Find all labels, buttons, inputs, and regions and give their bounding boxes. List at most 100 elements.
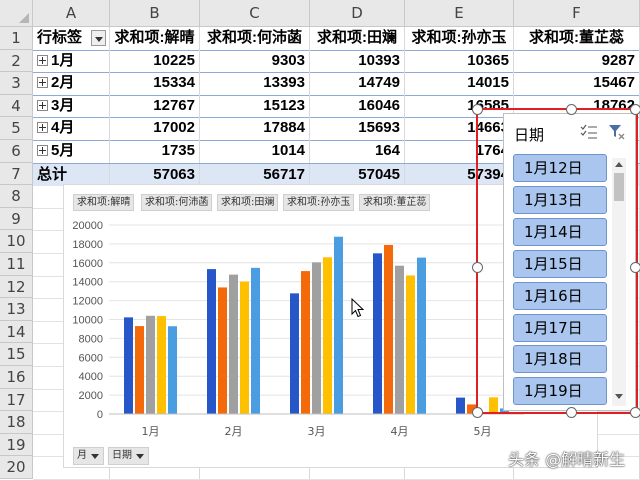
bar[interactable]: [146, 315, 155, 414]
bar[interactable]: [290, 293, 299, 414]
value-cell[interactable]: 15693: [310, 117, 405, 140]
date-slicer[interactable]: 日期 1月12日 1月13日 1月14日 1月15日 1月16日 1月17日 1月18日 1月…: [503, 113, 636, 411]
slicer-scrollbar[interactable]: [612, 158, 626, 406]
bar[interactable]: [395, 265, 404, 414]
row-header[interactable]: 17: [0, 388, 33, 412]
bar[interactable]: [334, 236, 343, 414]
value-cell[interactable]: 164: [310, 140, 405, 163]
value-cell[interactable]: 10365: [405, 49, 514, 73]
value-field-header[interactable]: 求和项:解晴: [110, 27, 200, 50]
bar[interactable]: [229, 274, 238, 414]
value-cell[interactable]: 57394: [405, 163, 514, 187]
expand-plus-icon[interactable]: [37, 54, 48, 66]
value-cell[interactable]: 14749: [310, 72, 405, 95]
value-cell[interactable]: 15467: [514, 72, 640, 95]
scroll-up-icon[interactable]: [615, 162, 623, 167]
total-label[interactable]: 总计: [33, 163, 110, 187]
month-row-label[interactable]: 4月: [33, 117, 110, 140]
month-row-label[interactable]: 1月: [33, 49, 110, 73]
row-header[interactable]: 16: [0, 366, 33, 389]
value-cell[interactable]: 14663: [405, 117, 514, 140]
clear-filter-icon[interactable]: [608, 124, 626, 140]
row-label-header[interactable]: 行标签: [33, 27, 110, 50]
value-cell[interactable]: 9287: [514, 49, 640, 73]
row-header[interactable]: 3: [0, 72, 33, 95]
column-header-b[interactable]: B: [110, 0, 200, 27]
row-header[interactable]: 14: [0, 320, 33, 344]
column-header-d[interactable]: D: [310, 0, 405, 27]
value-cell[interactable]: 17002: [110, 117, 200, 140]
row-header[interactable]: 8: [0, 185, 33, 208]
value-cell[interactable]: 56717: [200, 163, 310, 187]
row-header[interactable]: 6: [0, 140, 33, 163]
resize-handle[interactable]: [630, 262, 640, 273]
month-row-label[interactable]: 2月: [33, 72, 110, 95]
row-header[interactable]: 18: [0, 411, 33, 434]
value-cell[interactable]: 57063: [110, 163, 200, 187]
value-cell[interactable]: 57045: [310, 163, 405, 187]
value-cell[interactable]: 1735: [110, 140, 200, 163]
bar[interactable]: [157, 316, 166, 414]
value-cell[interactable]: 14015: [405, 72, 514, 95]
value-cell[interactable]: 15334: [110, 72, 200, 95]
row-header[interactable]: 15: [0, 343, 33, 366]
slicer-item[interactable]: 1月15日: [513, 249, 607, 278]
value-cell[interactable]: 17884: [200, 117, 310, 140]
slicer-item[interactable]: 1月14日: [513, 217, 607, 246]
row-header[interactable]: 13: [0, 298, 33, 321]
filter-dropdown-button[interactable]: [91, 30, 106, 46]
value-cell[interactable]: 1014: [200, 140, 310, 163]
resize-handle[interactable]: [472, 407, 483, 418]
value-field-header[interactable]: 求和项:何沛菡: [200, 27, 310, 50]
bar[interactable]: [312, 262, 321, 414]
axis-field-button-date[interactable]: 日期: [108, 447, 149, 465]
value-cell[interactable]: 15123: [200, 94, 310, 118]
select-all-corner[interactable]: [0, 0, 33, 27]
row-header[interactable]: 11: [0, 253, 33, 276]
column-header-f[interactable]: F: [514, 0, 640, 27]
row-header[interactable]: 10: [0, 230, 33, 253]
resize-handle[interactable]: [472, 262, 483, 273]
row-header[interactable]: 4: [0, 94, 33, 118]
axis-field-button-month[interactable]: 月: [73, 447, 104, 465]
bar[interactable]: [207, 269, 216, 414]
value-cell[interactable]: 9303: [200, 49, 310, 73]
value-cell[interactable]: 16046: [310, 94, 405, 118]
value-field-header[interactable]: 求和项:孙亦玉: [405, 27, 514, 50]
bar[interactable]: [489, 397, 498, 414]
bar[interactable]: [373, 253, 382, 414]
row-header[interactable]: 12: [0, 275, 33, 299]
month-row-label[interactable]: 3月: [33, 94, 110, 118]
value-cell[interactable]: 13393: [200, 72, 310, 95]
bar[interactable]: [251, 267, 260, 414]
value-cell[interactable]: 1764: [405, 140, 514, 163]
slicer-item[interactable]: 1月12日: [513, 154, 607, 182]
bar[interactable]: [301, 271, 310, 414]
expand-plus-icon[interactable]: [37, 122, 48, 134]
row-header[interactable]: 2: [0, 49, 33, 73]
column-header-c[interactable]: C: [200, 0, 310, 27]
resize-handle[interactable]: [630, 407, 640, 418]
bar[interactable]: [135, 326, 144, 414]
resize-handle[interactable]: [566, 407, 577, 418]
row-header[interactable]: 19: [0, 433, 33, 457]
column-header-a[interactable]: A: [33, 0, 110, 27]
bar[interactable]: [417, 257, 426, 414]
row-header[interactable]: 1: [0, 27, 33, 50]
scroll-thumb[interactable]: [614, 173, 624, 201]
bar[interactable]: [240, 281, 249, 414]
scroll-down-icon[interactable]: [615, 394, 623, 399]
expand-plus-icon[interactable]: [37, 99, 48, 111]
bar[interactable]: [406, 275, 415, 414]
row-header[interactable]: 20: [0, 456, 33, 479]
slicer-item[interactable]: 1月13日: [513, 185, 607, 214]
bar[interactable]: [218, 287, 227, 414]
bar[interactable]: [323, 257, 332, 414]
resize-handle[interactable]: [566, 104, 577, 115]
expand-plus-icon[interactable]: [37, 77, 48, 89]
value-cell[interactable]: 10393: [310, 49, 405, 73]
resize-handle[interactable]: [630, 104, 640, 115]
month-row-label[interactable]: 5月: [33, 140, 110, 163]
slicer-item[interactable]: 1月17日: [513, 313, 607, 342]
row-header[interactable]: 9: [0, 207, 33, 231]
